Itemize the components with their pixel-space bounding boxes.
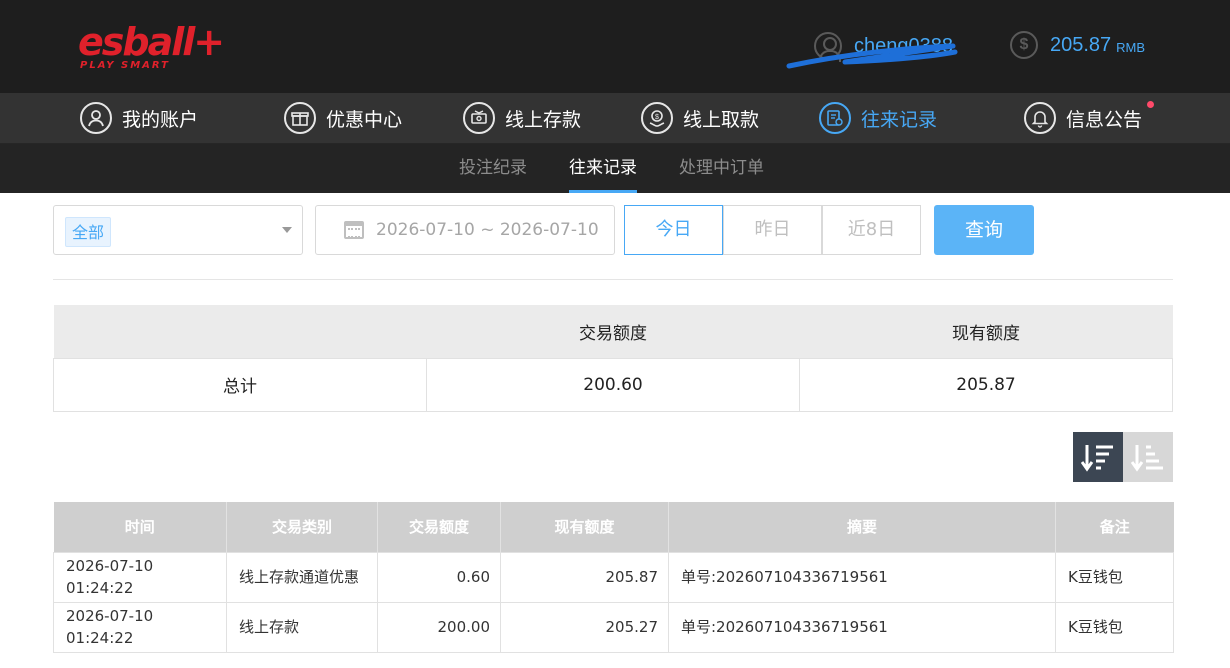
top-header: esball+ PLAY SMART cheng0388 $ 205.87 RM… bbox=[0, 0, 1230, 93]
yesterday-button[interactable]: 昨日 bbox=[723, 205, 822, 255]
cell-balance: 205.27 bbox=[500, 601, 669, 653]
sub-nav: 投注纪录 往来记录 处理中订单 bbox=[0, 144, 1230, 193]
summary-table: 交易额度 现有额度 总计 200.60 205.87 bbox=[53, 305, 1173, 412]
redaction-scribble bbox=[786, 43, 958, 69]
cell-balance: 205.87 bbox=[500, 551, 669, 603]
nav-label: 优惠中心 bbox=[326, 108, 403, 131]
nav-label: 信息公告 bbox=[1066, 108, 1143, 131]
date-range-picker[interactable]: 2026-07-10 ~ 2026-07-10 bbox=[315, 205, 615, 255]
type-select[interactable]: 全部 bbox=[53, 205, 303, 255]
sort-descending-icon bbox=[1081, 445, 1113, 472]
col-header-type[interactable]: 交易类别 bbox=[226, 502, 378, 552]
logo-tagline: PLAY SMART bbox=[80, 60, 170, 71]
summary-transaction-total: 200.60 bbox=[426, 357, 800, 412]
dollar-coin-icon: $ bbox=[1010, 31, 1038, 59]
tab-transaction-records[interactable]: 往来记录 bbox=[569, 144, 637, 193]
cell-time: 2026-07-10 01:24:22 bbox=[53, 551, 227, 603]
summary-total-label: 总计 bbox=[53, 357, 427, 412]
nav-label: 往来记录 bbox=[861, 108, 938, 131]
summary-current-total: 205.87 bbox=[799, 357, 1173, 412]
query-button[interactable]: 查询 bbox=[934, 205, 1034, 255]
cell-remark: K豆钱包 bbox=[1055, 551, 1174, 603]
col-header-balance[interactable]: 现有额度 bbox=[500, 502, 669, 552]
main-nav: 我的账户 优惠中心 线上存款 $ 线上取款 往来记录 信息公告 bbox=[0, 93, 1230, 144]
sort-descending-button[interactable] bbox=[1073, 432, 1123, 482]
cell-time: 2026-07-10 01:24:22 bbox=[53, 601, 227, 653]
tab-bet-records[interactable]: 投注纪录 bbox=[459, 144, 527, 193]
bell-icon bbox=[1024, 102, 1056, 134]
last-8-days-button[interactable]: 近8日 bbox=[822, 205, 921, 255]
nav-label: 线上存款 bbox=[505, 108, 582, 131]
nav-label: 线上取款 bbox=[683, 108, 760, 131]
deposit-icon bbox=[463, 102, 495, 134]
nav-deposit[interactable]: 线上存款 bbox=[463, 93, 581, 143]
nav-withdraw[interactable]: $ 线上取款 bbox=[641, 93, 759, 143]
cell-amount: 0.60 bbox=[377, 551, 501, 603]
nav-label: 我的账户 bbox=[122, 108, 199, 131]
balance-currency: RMB bbox=[1116, 39, 1146, 55]
summary-header-current: 现有额度 bbox=[799, 305, 1173, 358]
cell-summary: 单号:202607104336719561 bbox=[668, 551, 1056, 603]
summary-header-transaction: 交易额度 bbox=[426, 305, 800, 358]
gift-icon bbox=[284, 102, 316, 134]
selected-type-tag: 全部 bbox=[65, 217, 112, 247]
cell-type: 线上存款 bbox=[226, 601, 378, 653]
summary-header-row: 交易额度 现有额度 bbox=[53, 305, 1173, 358]
col-header-remark[interactable]: 备注 bbox=[1055, 502, 1174, 552]
logo-wordmark: esball+ bbox=[78, 20, 225, 64]
nav-promotions[interactable]: 优惠中心 bbox=[284, 93, 402, 143]
records-table: 时间 交易类别 交易额度 现有额度 摘要 备注 2026-07-10 01:24… bbox=[53, 502, 1174, 653]
sort-ascending-icon bbox=[1131, 445, 1163, 472]
nav-my-account[interactable]: 我的账户 bbox=[80, 93, 198, 143]
cell-remark: K豆钱包 bbox=[1055, 601, 1174, 653]
wallet-balance: $ 205.87 RMB bbox=[1010, 31, 1145, 59]
table-row: 2026-07-10 01:24:22 线上存款 200.00 205.27 单… bbox=[53, 601, 1174, 653]
table-row: 2026-07-10 01:24:22 线上存款通道优惠 0.60 205.87… bbox=[53, 551, 1174, 603]
withdraw-icon: $ bbox=[641, 102, 673, 134]
records-icon bbox=[819, 102, 851, 134]
nav-announcements[interactable]: 信息公告 bbox=[1024, 93, 1155, 143]
svg-text:$: $ bbox=[655, 114, 659, 121]
notification-dot bbox=[1147, 101, 1155, 108]
col-header-time[interactable]: 时间 bbox=[53, 502, 227, 552]
summary-total-row: 总计 200.60 205.87 bbox=[53, 357, 1173, 412]
summary-header-blank bbox=[53, 305, 427, 358]
nav-records[interactable]: 往来记录 bbox=[819, 93, 937, 143]
sort-ascending-button[interactable] bbox=[1123, 432, 1173, 482]
user-circle-icon bbox=[80, 102, 112, 134]
date-range-value: 2026-07-10 ~ 2026-07-10 bbox=[376, 220, 599, 240]
cell-type: 线上存款通道优惠 bbox=[226, 551, 378, 603]
balance-amount: 205.87 bbox=[1050, 33, 1112, 56]
calendar-icon bbox=[344, 221, 364, 239]
records-header-row: 时间 交易类别 交易额度 现有额度 摘要 备注 bbox=[53, 502, 1174, 552]
col-header-amount[interactable]: 交易额度 bbox=[377, 502, 501, 552]
cell-summary: 单号:202607104336719561 bbox=[668, 601, 1056, 653]
col-header-summary[interactable]: 摘要 bbox=[668, 502, 1056, 552]
divider bbox=[53, 279, 1173, 280]
cell-amount: 200.00 bbox=[377, 601, 501, 653]
today-button[interactable]: 今日 bbox=[624, 205, 723, 255]
tab-pending-orders[interactable]: 处理中订单 bbox=[679, 144, 764, 193]
esball-logo[interactable]: esball+ PLAY SMART bbox=[78, 20, 225, 76]
caret-down-icon bbox=[282, 227, 292, 233]
